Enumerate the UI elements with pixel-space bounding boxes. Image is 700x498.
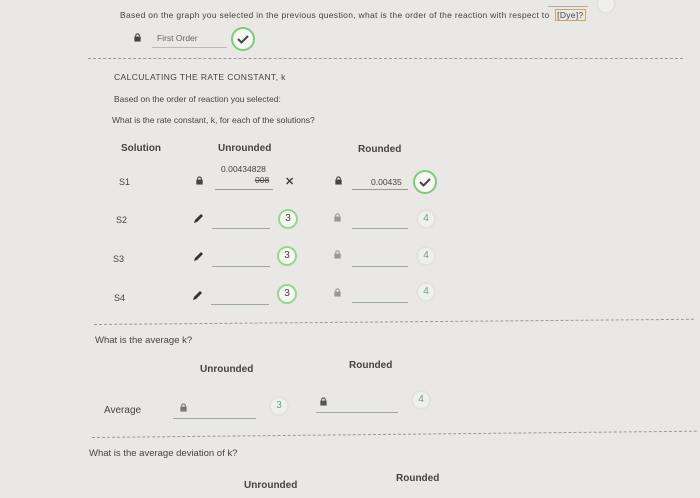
s4-rounded-sigfig-badge: 4	[416, 282, 436, 302]
row-label-s3: S3	[113, 254, 125, 264]
order-answer-underline	[152, 47, 227, 48]
section-line2: What is the rate constant, k, for each o…	[112, 115, 315, 125]
s3-rounded-sigfig-badge: 4	[416, 246, 436, 266]
average-col-rounded: Rounded	[349, 360, 393, 371]
lock-icon	[334, 250, 341, 259]
average-unrounded-input[interactable]	[173, 418, 256, 419]
deviation-question: What is the average deviation of k?	[89, 448, 238, 459]
s2-unrounded-input[interactable]	[212, 228, 270, 229]
order-question: Based on the graph you selected in the p…	[120, 9, 586, 21]
lock-icon	[180, 403, 187, 412]
pencil-icon[interactable]	[191, 290, 203, 302]
incorrect-x-icon: ✕	[285, 176, 295, 188]
row-label-s1: S1	[119, 177, 131, 187]
lock-icon	[320, 397, 327, 406]
s1-rounded-value[interactable]: 0.00435	[371, 177, 402, 187]
average-rounded-sigfig-badge: 4	[411, 390, 431, 410]
average-col-unrounded: Unrounded	[200, 364, 254, 375]
s1-rounded-underline	[352, 189, 408, 190]
s4-rounded-input[interactable]	[352, 302, 408, 303]
average-rounded-input[interactable]	[316, 412, 398, 413]
pencil-icon[interactable]	[192, 251, 204, 263]
pencil-icon[interactable]	[192, 213, 204, 225]
top-right-circle	[596, 0, 616, 14]
section-line1: Based on the order of reaction you selec…	[114, 94, 281, 104]
deviation-col-unrounded: Unrounded	[244, 480, 298, 491]
dye-label: [Dye]?	[555, 9, 586, 21]
average-question: What is the average k?	[95, 335, 193, 346]
s2-rounded-sigfig-badge: 4	[416, 209, 436, 229]
col-solution: Solution	[121, 143, 161, 154]
divider	[88, 58, 683, 59]
order-answer[interactable]: First Order	[157, 33, 198, 43]
lock-icon	[334, 288, 341, 297]
s1-unrounded-value[interactable]: 0.00434828	[221, 164, 266, 174]
correct-check-icon	[413, 170, 437, 194]
top-right-line	[548, 6, 588, 7]
average-row-label: Average	[104, 405, 142, 416]
s3-sigfig-badge: 3	[277, 246, 297, 266]
s1-unrounded-value-cont[interactable]: 008	[255, 175, 269, 185]
s4-unrounded-input[interactable]	[211, 304, 269, 305]
s3-unrounded-input[interactable]	[212, 266, 270, 267]
lock-icon	[335, 176, 342, 185]
s2-rounded-input[interactable]	[352, 228, 408, 229]
order-question-text: Based on the graph you selected in the p…	[120, 10, 550, 20]
section-title: CALCULATING THE RATE CONSTANT, k	[114, 72, 286, 82]
correct-check-icon	[231, 27, 255, 51]
deviation-col-rounded: Rounded	[396, 473, 440, 484]
s3-rounded-input[interactable]	[352, 266, 408, 267]
row-label-s2: S2	[116, 215, 128, 225]
divider	[91, 430, 697, 438]
row-label-s4: S4	[114, 293, 126, 303]
s1-unrounded-underline	[215, 189, 273, 190]
col-rounded: Rounded	[358, 144, 402, 155]
s4-sigfig-badge: 3	[277, 284, 297, 304]
divider	[93, 318, 694, 325]
lock-icon	[196, 176, 203, 185]
col-unrounded: Unrounded	[218, 143, 272, 154]
average-sigfig-badge: 3	[269, 396, 289, 416]
s2-sigfig-badge: 3	[278, 209, 298, 229]
lock-icon	[134, 33, 141, 42]
lock-icon	[334, 213, 341, 222]
